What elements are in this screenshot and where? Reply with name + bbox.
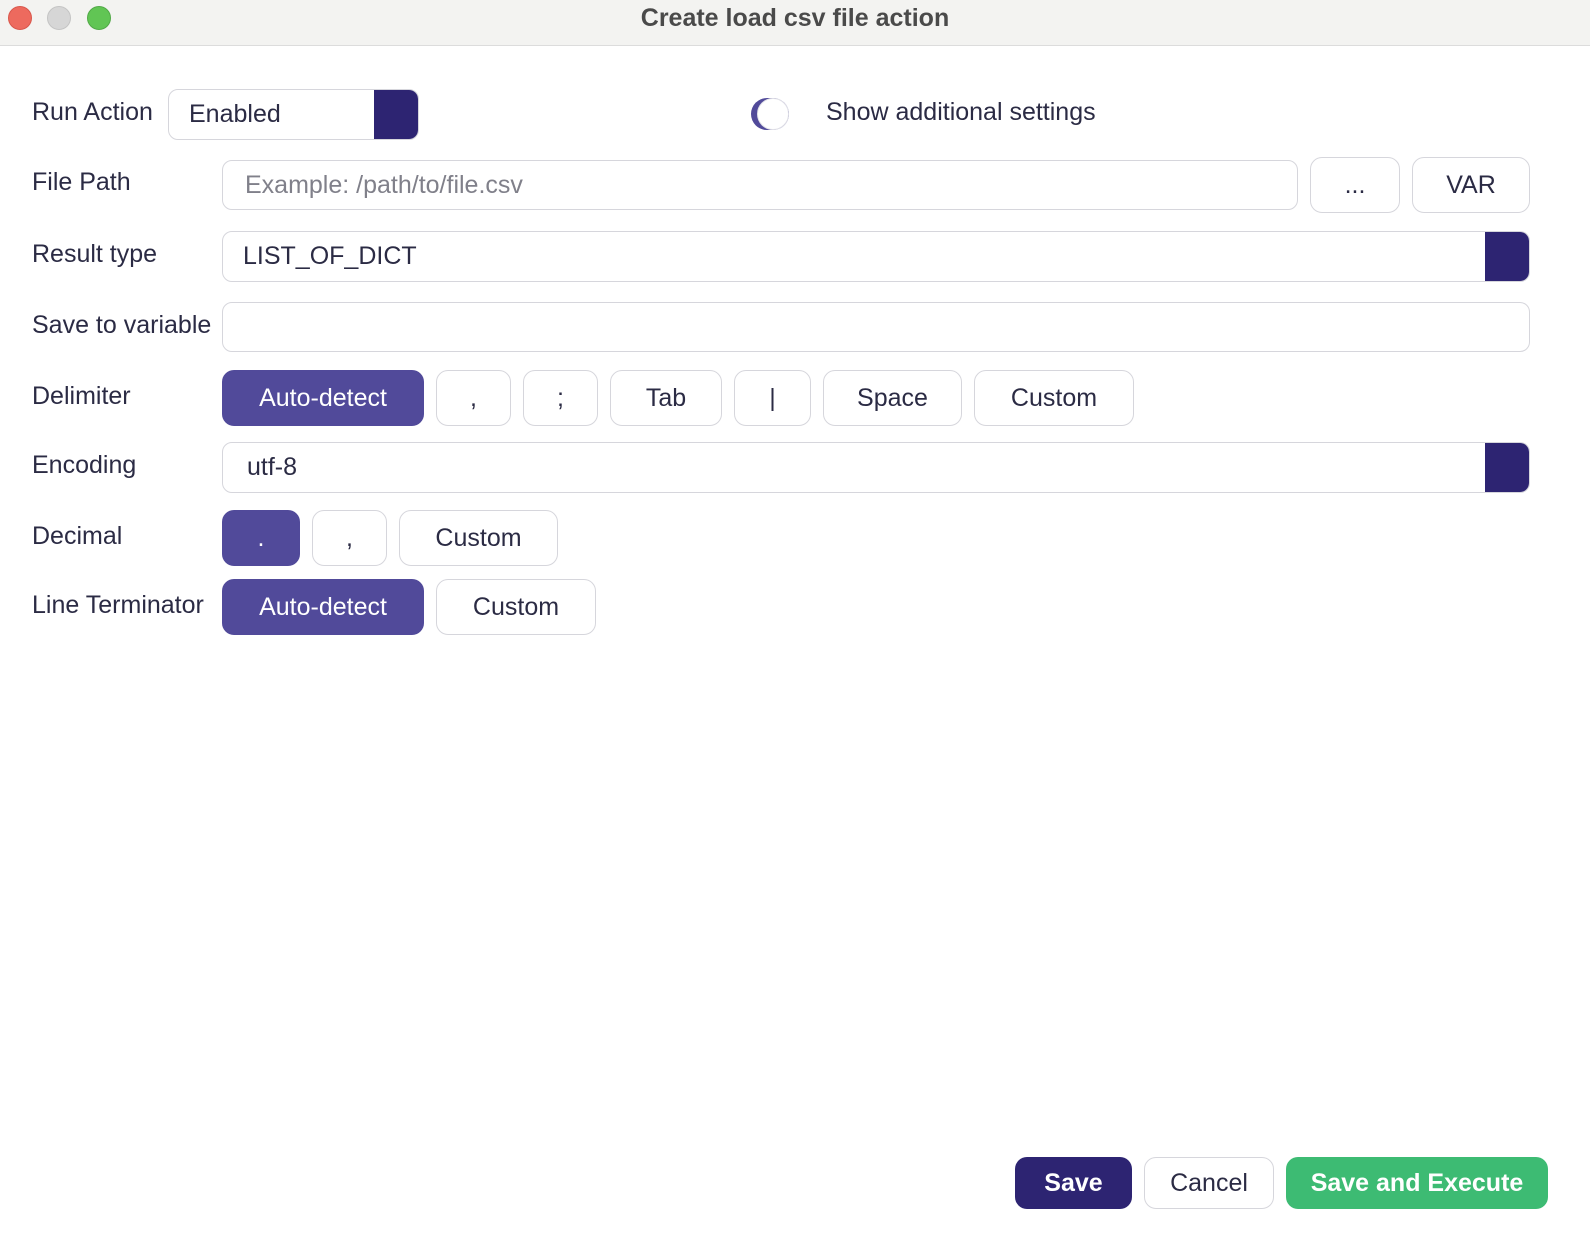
encoding-label: Encoding: [32, 451, 137, 479]
delimiter-label: Delimiter: [32, 382, 131, 410]
delimiter-option-comma[interactable]: ,: [436, 370, 511, 426]
cancel-button[interactable]: Cancel: [1144, 1157, 1274, 1209]
run-action-value: Enabled: [189, 100, 281, 128]
file-path-label: File Path: [32, 168, 131, 196]
line-terminator-label: Line Terminator: [32, 591, 204, 619]
save-button[interactable]: Save: [1015, 1157, 1132, 1209]
file-path-field[interactable]: [222, 160, 1298, 210]
save-to-variable-input[interactable]: [223, 303, 1529, 351]
run-action-select[interactable]: Enabled: [168, 89, 419, 140]
decimal-label: Decimal: [32, 522, 123, 550]
decimal-option-dot[interactable]: .: [222, 510, 300, 566]
run-action-label: Run Action: [32, 98, 153, 126]
result-type-label: Result type: [32, 240, 158, 268]
delimiter-option-space[interactable]: Space: [823, 370, 962, 426]
title-bar: Create load csv file action: [0, 0, 1590, 46]
decimal-option-comma[interactable]: ,: [312, 510, 387, 566]
delimiter-option-custom[interactable]: Custom: [974, 370, 1134, 426]
decimal-option-custom[interactable]: Custom: [399, 510, 558, 566]
window-title: Create load csv file action: [640, 4, 950, 32]
encoding-dropdown-icon[interactable]: [1485, 443, 1529, 492]
result-type-select[interactable]: LIST_OF_DICT: [222, 231, 1530, 282]
additional-settings-label: Show additional settings: [826, 98, 1096, 126]
browse-file-button[interactable]: ...: [1310, 157, 1400, 213]
save-to-variable-field[interactable]: [222, 302, 1530, 352]
toggle-knob: [757, 98, 789, 130]
line-terminator-option-auto-detect[interactable]: Auto-detect: [222, 579, 424, 635]
encoding-select[interactable]: utf-8: [222, 442, 1530, 493]
delimiter-option-auto-detect[interactable]: Auto-detect: [222, 370, 424, 426]
delimiter-option-tab[interactable]: Tab: [610, 370, 722, 426]
var-button[interactable]: VAR: [1412, 157, 1530, 213]
encoding-value: utf-8: [247, 453, 298, 481]
line-terminator-option-custom[interactable]: Custom: [436, 579, 596, 635]
additional-settings-toggle[interactable]: [751, 98, 789, 130]
delimiter-option-pipe[interactable]: |: [734, 370, 811, 426]
dialog-window: Create load csv file action Run Action E…: [0, 0, 1590, 1242]
delimiter-option-semicolon[interactable]: ;: [523, 370, 598, 426]
save-to-variable-label: Save to variable: [32, 311, 212, 339]
run-action-dropdown-icon[interactable]: [374, 90, 418, 139]
save-and-execute-button[interactable]: Save and Execute: [1286, 1157, 1548, 1209]
result-type-value: LIST_OF_DICT: [243, 242, 417, 270]
file-path-input[interactable]: [223, 161, 1297, 209]
result-type-dropdown-icon[interactable]: [1485, 232, 1529, 281]
